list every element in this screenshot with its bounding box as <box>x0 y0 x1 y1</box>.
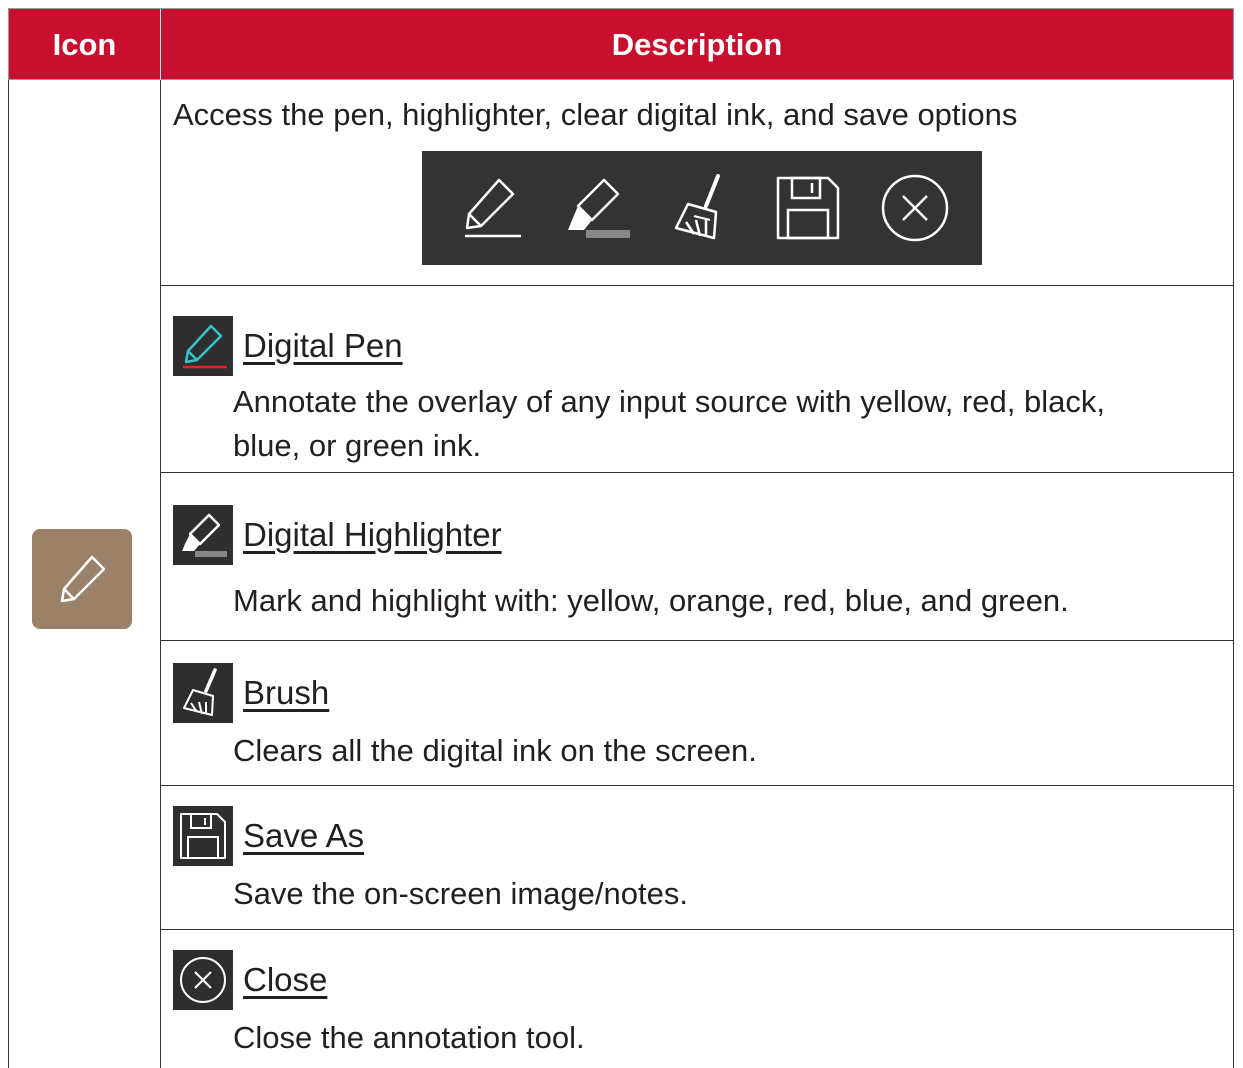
item-row-digital-pen: Digital Pen Annotate the overlay of any … <box>161 286 1234 472</box>
annotation-pen-button[interactable] <box>32 529 132 629</box>
pen-icon <box>465 178 522 238</box>
item-title-row: Close <box>173 950 327 1010</box>
item-row-brush: Brush Clears all the digital ink on the … <box>161 641 1234 785</box>
annotation-table: Icon Description Access the pen, highlig… <box>8 8 1234 1068</box>
item-title-row: Save As <box>173 806 364 866</box>
header-icon-label: Icon <box>9 9 161 81</box>
toolbar-highlighter-button[interactable] <box>558 170 634 246</box>
digital-pen-desc-line2: blue, or green ink. <box>233 428 482 463</box>
save-as-link[interactable]: Save As <box>243 817 364 855</box>
brush-icon <box>674 174 720 240</box>
brush-link[interactable]: Brush <box>243 674 329 712</box>
digital-highlighter-link[interactable]: Digital Highlighter <box>243 516 502 554</box>
table-header: Icon Description <box>8 8 1234 81</box>
header-description-label: Description <box>611 27 783 62</box>
toolbar-save-button[interactable] <box>770 170 846 246</box>
item-title-row: Digital Highlighter <box>173 505 502 565</box>
intro-text: Access the pen, highlighter, clear digit… <box>173 97 1018 132</box>
close-circle-icon <box>881 174 948 242</box>
item-row-save-as: Save As Save the on-screen image/notes. <box>161 786 1234 929</box>
toolbar-brush-button[interactable] <box>664 170 740 246</box>
item-row-digital-highlighter: Digital Highlighter Mark and highlight w… <box>161 473 1234 640</box>
digital-pen-desc-line1: Annotate the overlay of any input source… <box>233 384 1105 419</box>
save-icon <box>777 176 840 240</box>
icon-cell <box>8 80 160 1068</box>
item-row-close: Close Close the annotation tool. <box>161 930 1234 1068</box>
highlighter-icon <box>173 505 233 565</box>
annotation-toolbar <box>422 151 982 265</box>
save-as-desc: Save the on-screen image/notes. <box>233 876 688 911</box>
intro-row: Access the pen, highlighter, clear digit… <box>161 81 1234 285</box>
save-icon <box>173 806 233 866</box>
close-circle-icon <box>173 950 233 1010</box>
item-title-row: Brush <box>173 663 329 723</box>
pen-icon <box>60 555 106 603</box>
close-link[interactable]: Close <box>243 961 327 999</box>
brush-icon <box>173 663 233 723</box>
brush-desc: Clears all the digital ink on the screen… <box>233 733 757 768</box>
toolbar-close-button[interactable] <box>877 170 953 246</box>
digital-highlighter-desc: Mark and highlight with: yellow, orange,… <box>233 583 1069 618</box>
close-desc: Close the annotation tool. <box>233 1020 585 1055</box>
toolbar-pen-button[interactable] <box>451 170 527 246</box>
digital-pen-link[interactable]: Digital Pen <box>243 327 403 365</box>
digital-pen-icon <box>173 316 233 376</box>
highlighter-icon <box>567 178 630 238</box>
item-title-row: Digital Pen <box>173 316 403 376</box>
